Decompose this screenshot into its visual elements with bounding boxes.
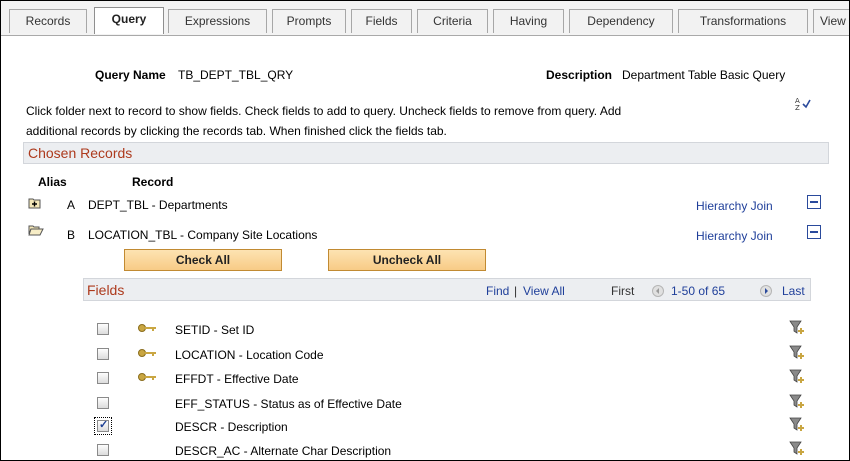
record-a-alias: A (67, 198, 76, 212)
add-criteria-funnel-icon[interactable] (789, 440, 805, 460)
record-b-alias: B (67, 228, 76, 242)
find-link[interactable]: Find (486, 284, 509, 298)
tab-view[interactable]: View (813, 9, 849, 33)
tab-prompts[interactable]: Prompts (272, 9, 346, 33)
fields-title: Fields (87, 282, 125, 298)
hierarchy-join-link-a[interactable]: Hierarchy Join (696, 199, 773, 213)
tab-query[interactable]: Query (94, 7, 164, 34)
last-link[interactable]: Last (782, 284, 805, 298)
tab-records[interactable]: Records (9, 9, 87, 33)
add-criteria-funnel-icon[interactable] (789, 344, 805, 364)
field-name: EFF_STATUS - Status as of Effective Date (175, 397, 402, 411)
tab-having[interactable]: Having (493, 9, 564, 33)
chosen-records-header: Chosen Records (23, 142, 829, 164)
tab-bar: Records Query Expressions Prompts Fields… (1, 1, 849, 36)
view-all-link[interactable]: View All (523, 284, 565, 298)
field-checkbox[interactable] (97, 372, 109, 384)
tab-dependency[interactable]: Dependency (569, 9, 673, 33)
record-a-name: DEPT_TBL - Departments (88, 198, 228, 212)
query-manager-page: Records Query Expressions Prompts Fields… (0, 0, 850, 461)
field-name: DESCR_AC - Alternate Char Description (175, 444, 392, 458)
add-criteria-funnel-icon[interactable] (789, 416, 805, 436)
alias-column-header: Alias (38, 175, 67, 189)
key-icon (138, 347, 158, 361)
next-page-icon[interactable] (760, 283, 772, 297)
record-b-name: LOCATION_TBL - Company Site Locations (88, 228, 318, 242)
svg-text:Z: Z (795, 104, 800, 111)
tab-criteria[interactable]: Criteria (417, 9, 488, 33)
description-label: Description (546, 68, 613, 82)
field-name: SETID - Set ID (175, 323, 255, 337)
add-criteria-funnel-icon[interactable] (789, 393, 805, 413)
field-checkbox[interactable] (97, 348, 109, 360)
field-name: LOCATION - Location Code (175, 348, 324, 362)
check-all-button[interactable]: Check All (124, 249, 282, 271)
remove-record-b-button[interactable] (807, 225, 821, 239)
description-value: Department Table Basic Query (622, 68, 786, 82)
key-icon (138, 371, 158, 385)
open-folder-icon[interactable] (28, 224, 44, 239)
first-label: First (611, 284, 635, 298)
add-criteria-funnel-icon[interactable] (789, 319, 805, 339)
instructions-line-1: Click folder next to record to show fiel… (26, 104, 622, 118)
remove-record-a-button[interactable] (807, 195, 821, 209)
field-name: EFFDT - Effective Date (175, 372, 299, 386)
sort-icon[interactable]: A Z (795, 95, 811, 114)
field-checkbox[interactable] (97, 397, 109, 409)
page-range: 1-50 of 65 (671, 284, 726, 298)
query-name-label: Query Name (95, 68, 166, 82)
tab-transformations[interactable]: Transformations (678, 9, 808, 33)
add-criteria-funnel-icon[interactable] (789, 368, 805, 388)
field-name: DESCR - Description (175, 420, 288, 434)
tab-expressions[interactable]: Expressions (168, 9, 267, 33)
tab-fields[interactable]: Fields (351, 9, 412, 33)
instructions-line-2: additional records by clicking the recor… (26, 124, 447, 138)
record-column-header: Record (132, 175, 174, 189)
hierarchy-join-link-b[interactable]: Hierarchy Join (696, 229, 773, 243)
uncheck-all-button[interactable]: Uncheck All (328, 249, 486, 271)
link-separator: | (514, 284, 518, 298)
expand-folder-icon[interactable] (28, 197, 42, 212)
key-icon (138, 322, 158, 336)
query-name-value: TB_DEPT_TBL_QRY (178, 68, 294, 82)
previous-page-icon[interactable] (652, 283, 664, 297)
field-checkbox[interactable] (97, 418, 109, 432)
field-checkbox[interactable] (97, 323, 109, 335)
field-checkbox[interactable] (97, 444, 109, 456)
chosen-records-title: Chosen Records (28, 145, 133, 161)
